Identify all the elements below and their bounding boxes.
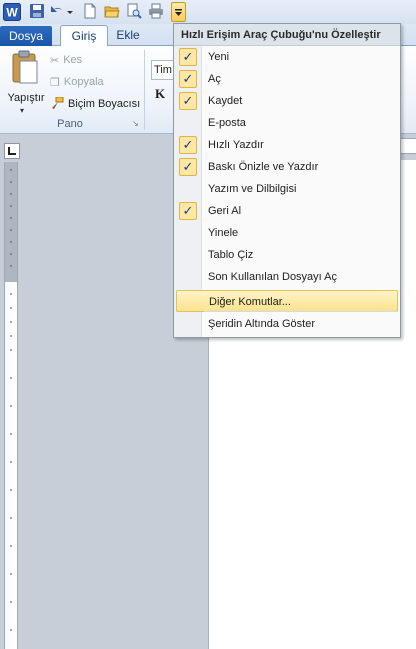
copy-label: Kopyala [63, 76, 104, 88]
cut-label: Kes [63, 54, 83, 66]
clipboard-group-label: Pano [57, 118, 83, 130]
menu-item-quick-print[interactable]: ✓ Hızlı Yazdır [176, 134, 398, 156]
tab-file[interactable]: Dosya [0, 26, 52, 46]
quick-print-icon[interactable] [148, 3, 166, 21]
tab-insert[interactable]: Ekle [112, 25, 144, 47]
menu-item-draw-table[interactable]: Tablo Çiz [176, 244, 398, 266]
svg-text:W: W [6, 6, 18, 20]
clipboard-icon [12, 50, 38, 84]
menu-item-email[interactable]: E-posta [176, 112, 398, 134]
menu-item-print-preview[interactable]: ✓ Baskı Önizle ve Yazdır [176, 156, 398, 178]
bold-button[interactable]: K [155, 86, 165, 102]
format-painter-label: Biçim Boyacısı [68, 98, 141, 110]
checkmark-icon: ✓ [179, 70, 197, 88]
quick-access-toolbar: W [0, 0, 416, 24]
customize-qat-menu: Hızlı Erişim Araç Çubuğu'nu Özelleştir ✓… [173, 23, 401, 338]
new-document-icon[interactable] [82, 3, 100, 21]
format-painter-button[interactable]: Biçim Boyacısı [50, 94, 140, 114]
open-folder-icon[interactable] [104, 3, 122, 21]
menu-item-show-below-ribbon[interactable]: Şeridin Altında Göster [176, 313, 398, 335]
dialog-launcher-icon[interactable]: ↘ [132, 119, 139, 128]
copy-icon: ❐ [50, 76, 60, 89]
customize-qat-button[interactable] [171, 2, 186, 22]
checkmark-icon: ✓ [179, 158, 197, 176]
word-logo-icon[interactable]: W [3, 3, 21, 21]
paste-button[interactable]: Yapıştır ▾ [4, 50, 46, 115]
menu-item-new[interactable]: ✓ Yeni [176, 46, 398, 68]
scissors-icon: ✂ [50, 54, 60, 67]
tab-selector-icon[interactable] [4, 143, 20, 159]
tab-home[interactable]: Giriş [60, 25, 108, 47]
menu-divider [204, 311, 398, 312]
menu-item-redo[interactable]: Yinele [176, 222, 398, 244]
print-preview-icon[interactable] [126, 3, 144, 21]
menu-item-undo[interactable]: ✓ Geri Al [176, 200, 398, 222]
font-name-box[interactable]: Tim [151, 60, 175, 80]
menu-item-recent-file[interactable]: Son Kullanılan Dosyayı Aç [176, 266, 398, 288]
ruler-ticks [10, 169, 12, 631]
checkmark-icon: ✓ [179, 202, 197, 220]
cut-button[interactable]: ✂ Kes [50, 50, 82, 70]
checkmark-icon: ✓ [179, 136, 197, 154]
menu-item-open[interactable]: ✓ Aç [176, 68, 398, 90]
paste-label: Yapıştır [7, 92, 45, 104]
checkmark-icon: ✓ [179, 92, 197, 110]
menu-item-more-commands[interactable]: Diğer Komutlar... [176, 290, 398, 312]
undo-dropdown-icon[interactable] [66, 3, 74, 21]
paste-dropdown-icon[interactable]: ▾ [20, 106, 24, 115]
save-icon[interactable] [29, 3, 47, 21]
checkmark-icon: ✓ [179, 48, 197, 66]
menu-item-spelling[interactable]: Yazım ve Dilbilgisi [176, 178, 398, 200]
group-divider [144, 50, 145, 130]
paintbrush-icon [52, 97, 64, 109]
menu-item-save[interactable]: ✓ Kaydet [176, 90, 398, 112]
copy-button[interactable]: ❐ Kopyala [50, 72, 104, 92]
menu-title: Hızlı Erişim Araç Çubuğu'nu Özelleştir [174, 24, 400, 46]
